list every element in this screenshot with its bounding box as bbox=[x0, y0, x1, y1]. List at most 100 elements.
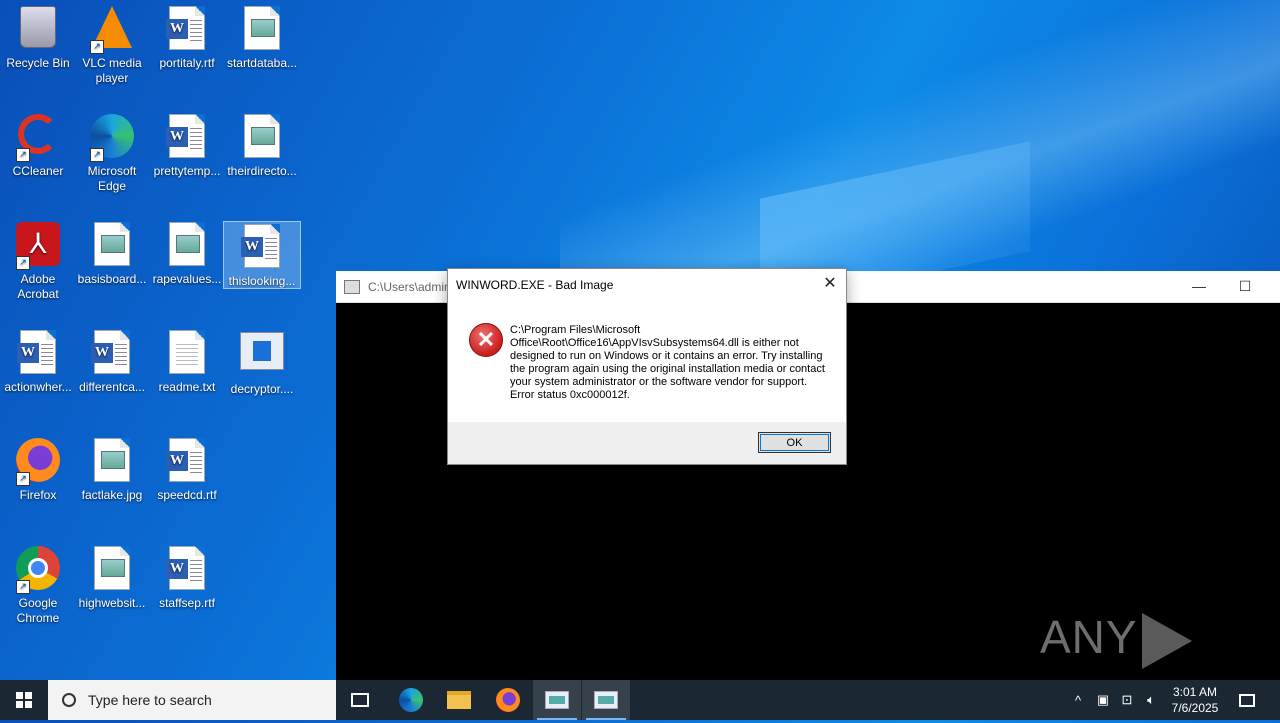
shortcut-arrow-icon: ↗ bbox=[16, 580, 30, 594]
image-file-icon bbox=[94, 546, 130, 590]
icon-label: Microsoft Edge bbox=[87, 164, 137, 193]
app-window-icon bbox=[545, 691, 569, 709]
desktop-icon-adobe-acrobat[interactable]: ⅄ ↗ Adobe Acrobat bbox=[0, 216, 76, 302]
word-document-icon: W bbox=[91, 330, 130, 374]
desktop-icon-google-chrome[interactable]: ↗ Google Chrome bbox=[0, 540, 76, 626]
dialog-close-button[interactable]: ✕ bbox=[820, 274, 840, 294]
shortcut-arrow-icon: ↗ bbox=[90, 40, 104, 54]
notification-icon bbox=[1239, 693, 1255, 707]
maximize-button[interactable]: ☐ bbox=[1222, 271, 1268, 302]
icon-label: thislooking... bbox=[228, 274, 296, 288]
image-file-icon bbox=[244, 6, 280, 50]
taskbar-search-box[interactable]: Type here to search bbox=[48, 680, 336, 720]
minimize-button[interactable]: — bbox=[1176, 271, 1222, 302]
dialog-title: WINWORD.EXE - Bad Image bbox=[456, 278, 614, 292]
task-view-icon bbox=[351, 693, 369, 707]
tray-chevron-up-icon[interactable]: ^ bbox=[1068, 680, 1088, 720]
desktop-icon-speedcd[interactable]: W speedcd.rtf bbox=[149, 432, 225, 503]
text-file-icon bbox=[169, 330, 205, 374]
executable-icon bbox=[240, 332, 284, 370]
shortcut-arrow-icon: ↗ bbox=[16, 148, 30, 162]
console-title: C:\Users\admin bbox=[368, 279, 451, 294]
desktop-icon-startdataba[interactable]: startdataba... bbox=[224, 0, 300, 71]
taskbar-file-explorer[interactable] bbox=[435, 680, 483, 720]
notification-center-button[interactable] bbox=[1232, 680, 1262, 720]
desktop-icon-rapevalues[interactable]: rapevalues... bbox=[149, 216, 225, 287]
firefox-icon bbox=[496, 688, 520, 712]
icon-label: theirdirecto... bbox=[227, 164, 297, 178]
clock-date: 7/6/2025 bbox=[1171, 701, 1219, 715]
app-window-icon bbox=[594, 691, 618, 709]
ok-button[interactable]: OK bbox=[758, 432, 831, 453]
icon-label: basisboard... bbox=[77, 272, 147, 286]
desktop-icon-basisboard[interactable]: basisboard... bbox=[74, 216, 150, 287]
desktop-icon-factlake[interactable]: factlake.jpg bbox=[74, 432, 150, 503]
image-file-icon bbox=[244, 114, 280, 158]
shortcut-arrow-icon: ↗ bbox=[16, 472, 30, 486]
icon-label: portitaly.rtf bbox=[159, 56, 215, 70]
icon-label: Google Chrome bbox=[16, 596, 60, 625]
windows-logo-icon bbox=[16, 692, 32, 708]
taskbar-firefox[interactable] bbox=[484, 680, 532, 720]
desktop-icon-thislooking[interactable]: W thislooking... bbox=[223, 221, 301, 289]
taskbar: Type here to search ^ ▣ ⊡ 🔈︎ 3:01 AM 7/6… bbox=[0, 680, 1280, 720]
image-file-icon bbox=[169, 222, 205, 266]
icon-label: Recycle Bin bbox=[6, 56, 70, 70]
edge-icon bbox=[399, 688, 423, 712]
desktop-icon-theirdirecto[interactable]: theirdirecto... bbox=[224, 108, 300, 179]
taskbar-app-2[interactable] bbox=[582, 680, 630, 720]
watermark-left: ANY bbox=[1040, 611, 1138, 663]
desktop-icon-decryptor[interactable]: decryptor.... bbox=[224, 324, 300, 397]
desktop-icon-microsoft-edge[interactable]: ↗ Microsoft Edge bbox=[74, 108, 150, 194]
recycle-bin-icon bbox=[20, 6, 56, 48]
icon-label: startdataba... bbox=[226, 56, 298, 70]
taskbar-app-1[interactable] bbox=[533, 680, 581, 720]
icon-label: highwebsit... bbox=[78, 596, 146, 610]
desktop-icon-firefox[interactable]: ↗ Firefox bbox=[0, 432, 76, 503]
shortcut-arrow-icon: ↗ bbox=[16, 256, 30, 270]
start-button[interactable] bbox=[0, 680, 48, 720]
icon-label: differentca... bbox=[79, 380, 145, 394]
dialog-message: C:\Program Files\Microsoft Office\Root\O… bbox=[510, 324, 825, 401]
desktop-icon-vlc[interactable]: ↗ VLC media player bbox=[74, 0, 150, 86]
desktop-icon-recycle-bin[interactable]: Recycle Bin bbox=[0, 0, 76, 71]
icon-label: decryptor.... bbox=[230, 382, 294, 396]
icon-label: prettytemp... bbox=[153, 164, 221, 178]
icon-label: readme.txt bbox=[158, 380, 216, 394]
desktop-icon-portitaly[interactable]: W portitaly.rtf bbox=[149, 0, 225, 71]
tray-app-icon[interactable]: ▣ bbox=[1092, 680, 1114, 720]
desktop-icon-staffsep[interactable]: W staffsep.rtf bbox=[149, 540, 225, 611]
desktop: Recycle Bin ↗ CCleaner ⅄ ↗ Adobe Acrobat … bbox=[0, 0, 336, 680]
image-file-icon bbox=[94, 438, 130, 482]
desktop-icon-highwebsit[interactable]: highwebsit... bbox=[74, 540, 150, 611]
taskbar-edge[interactable] bbox=[387, 680, 435, 720]
word-document-icon: W bbox=[166, 546, 205, 590]
desktop-icon-ccleaner[interactable]: ↗ CCleaner bbox=[0, 108, 76, 179]
icon-label: staffsep.rtf bbox=[159, 596, 215, 610]
task-view-button[interactable] bbox=[336, 680, 384, 720]
icon-label: factlake.jpg bbox=[81, 488, 143, 502]
folder-icon bbox=[447, 691, 471, 709]
desktop-icon-differentca[interactable]: W differentca... bbox=[74, 324, 150, 395]
desktop-icon-readme[interactable]: readme.txt bbox=[149, 324, 225, 395]
word-document-icon: W bbox=[166, 114, 205, 158]
console-app-icon bbox=[344, 279, 360, 294]
icon-label: actionwher... bbox=[4, 380, 72, 394]
icon-label: rapevalues... bbox=[152, 272, 222, 286]
search-icon bbox=[62, 693, 76, 707]
volume-icon[interactable]: 🔈︎ bbox=[1140, 680, 1162, 720]
play-triangle-icon bbox=[1141, 612, 1192, 669]
word-document-icon: W bbox=[166, 6, 205, 50]
word-document-icon: W bbox=[166, 438, 205, 482]
shortcut-arrow-icon: ↗ bbox=[90, 148, 104, 162]
error-dialog: WINWORD.EXE - Bad Image ✕ ✕ C:\Program F… bbox=[447, 268, 847, 465]
icon-label: VLC media player bbox=[82, 56, 142, 85]
network-icon[interactable]: ⊡ bbox=[1116, 680, 1138, 720]
search-highlight-image bbox=[262, 680, 336, 720]
icon-label: Firefox bbox=[19, 488, 57, 502]
desktop-icon-actionwher[interactable]: W actionwher... bbox=[0, 324, 76, 395]
taskbar-clock[interactable]: 3:01 AM 7/6/2025 bbox=[1160, 680, 1230, 720]
desktop-icon-prettytemp[interactable]: W prettytemp... bbox=[149, 108, 225, 179]
icon-label: Adobe Acrobat bbox=[17, 272, 59, 301]
error-icon: ✕ bbox=[469, 323, 503, 357]
